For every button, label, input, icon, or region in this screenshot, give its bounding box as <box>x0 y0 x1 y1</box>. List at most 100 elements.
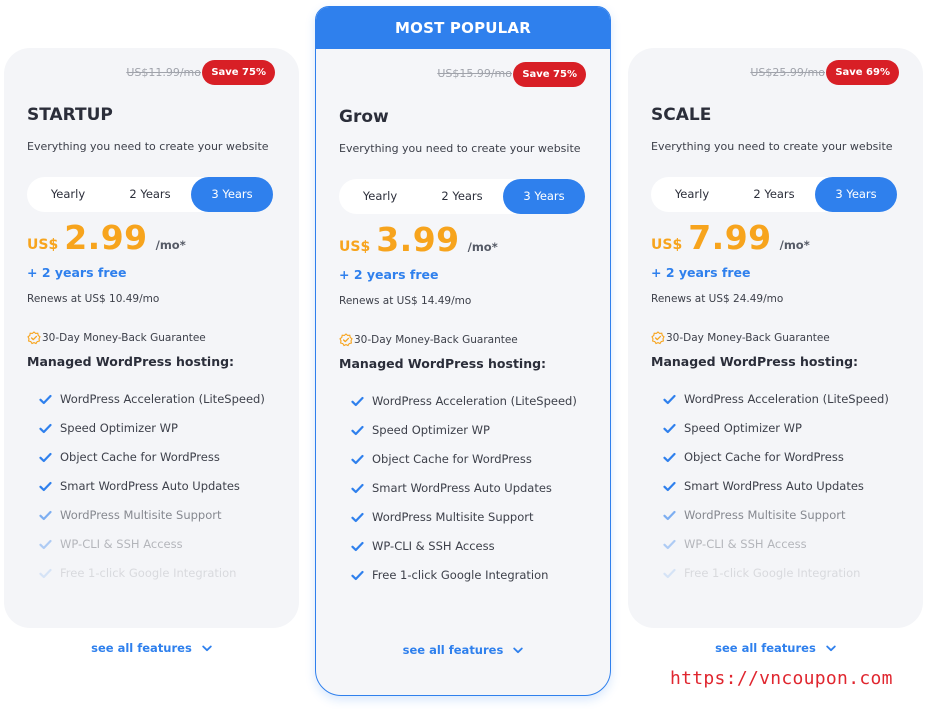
feature-label: Speed Optimizer WP <box>684 421 802 435</box>
save-badge: Save 75% <box>202 60 275 85</box>
money-back-guarantee: 30-Day Money-Back Guarantee <box>651 331 830 345</box>
feature-label: Speed Optimizer WP <box>372 423 490 437</box>
feature-label: WordPress Multisite Support <box>372 510 534 524</box>
chevron-down-icon <box>197 645 212 652</box>
feature-label: WordPress Acceleration (LiteSpeed) <box>60 392 265 406</box>
check-icon <box>663 563 676 583</box>
money-back-guarantee: 30-Day Money-Back Guarantee <box>339 333 518 347</box>
plan-name: SCALE <box>651 105 712 125</box>
check-icon <box>663 447 676 467</box>
period-option-yearly[interactable]: Yearly <box>27 177 109 212</box>
check-icon <box>351 478 364 498</box>
see-all-features-link[interactable]: see all features <box>4 641 299 655</box>
see-all-label: see all features <box>91 641 192 655</box>
period-option-3-years[interactable]: 3 Years <box>191 177 273 212</box>
check-icon <box>39 447 52 467</box>
features-title: Managed WordPress hosting: <box>27 354 235 369</box>
old-price: US$25.99/mo <box>750 66 825 79</box>
old-price: US$11.99/mo <box>126 66 201 79</box>
check-icon <box>351 391 364 411</box>
check-icon <box>351 420 364 440</box>
feature-item: Object Cache for WordPress <box>39 447 279 467</box>
price-amount: 2.99 <box>64 218 148 257</box>
feature-item: WP-CLI & SSH Access <box>351 536 591 556</box>
chevron-down-icon <box>821 645 836 652</box>
plan-name: STARTUP <box>27 105 113 125</box>
check-icon <box>39 418 52 438</box>
feature-label: Object Cache for WordPress <box>684 450 844 464</box>
check-icon <box>351 536 364 556</box>
price-row: US$ 3.99 /mo* <box>339 220 498 259</box>
period-option-2-years[interactable]: 2 Years <box>109 177 191 212</box>
feature-label: Free 1-click Google Integration <box>60 566 237 580</box>
feature-label: Speed Optimizer WP <box>60 421 178 435</box>
feature-item: Smart WordPress Auto Updates <box>351 478 591 498</box>
feature-item: Free 1-click Google Integration <box>351 565 591 585</box>
see-all-label: see all features <box>402 643 504 657</box>
renewal-price: Renews at US$ 24.49/mo <box>651 293 784 305</box>
feature-item: WP-CLI & SSH Access <box>39 534 279 554</box>
feature-item: WordPress Acceleration (LiteSpeed) <box>351 391 591 411</box>
price-row: US$ 2.99 /mo* <box>27 218 186 257</box>
check-icon <box>663 418 676 438</box>
feature-label: Free 1-click Google Integration <box>372 568 549 582</box>
feature-label: WordPress Acceleration (LiteSpeed) <box>684 392 889 406</box>
currency: US$ <box>27 237 59 253</box>
feature-item: Object Cache for WordPress <box>351 449 591 469</box>
feature-label: Smart WordPress Auto Updates <box>684 479 864 493</box>
feature-label: Free 1-click Google Integration <box>684 566 861 580</box>
check-icon <box>39 563 52 583</box>
check-icon <box>663 476 676 496</box>
price-period: /mo* <box>779 238 810 252</box>
feature-list: WordPress Acceleration (LiteSpeed) Speed… <box>663 389 903 592</box>
check-icon <box>663 505 676 525</box>
feature-label: WordPress Multisite Support <box>60 508 222 522</box>
feature-item: Speed Optimizer WP <box>351 420 591 440</box>
plan-description: Everything you need to create your websi… <box>339 142 581 155</box>
bonus-text: + 2 years free <box>339 267 439 282</box>
period-option-yearly[interactable]: Yearly <box>339 179 421 214</box>
see-all-label: see all features <box>715 641 816 655</box>
feature-label: Smart WordPress Auto Updates <box>372 481 552 495</box>
period-option-yearly[interactable]: Yearly <box>651 177 733 212</box>
currency: US$ <box>339 239 371 255</box>
billing-period-toggle: Yearly 2 Years 3 Years <box>339 179 585 214</box>
check-icon <box>39 389 52 409</box>
most-popular-banner: MOST POPULAR <box>316 7 610 49</box>
feature-label: WP-CLI & SSH Access <box>60 537 183 551</box>
period-option-3-years[interactable]: 3 Years <box>815 177 897 212</box>
feature-label: Smart WordPress Auto Updates <box>60 479 240 493</box>
period-option-3-years[interactable]: 3 Years <box>503 179 585 214</box>
feature-item: Free 1-click Google Integration <box>663 563 903 583</box>
plan-card-grow: MOST POPULAR US$15.99/mo Save 75% Grow E… <box>315 6 611 696</box>
price-amount: 7.99 <box>688 218 772 257</box>
feature-item: Speed Optimizer WP <box>663 418 903 438</box>
chevron-down-icon <box>508 647 524 654</box>
feature-label: Object Cache for WordPress <box>60 450 220 464</box>
feature-item: Speed Optimizer WP <box>39 418 279 438</box>
see-all-features-link[interactable]: see all features <box>316 643 610 657</box>
feature-item: WordPress Multisite Support <box>351 507 591 527</box>
billing-period-toggle: Yearly 2 Years 3 Years <box>651 177 897 212</box>
feature-item: WordPress Acceleration (LiteSpeed) <box>39 389 279 409</box>
feature-item: WordPress Multisite Support <box>39 505 279 525</box>
price-period: /mo* <box>467 240 498 254</box>
plan-name: Grow <box>339 107 389 127</box>
check-icon <box>39 476 52 496</box>
see-all-features-link[interactable]: see all features <box>628 641 923 655</box>
price-amount: 3.99 <box>376 220 460 259</box>
period-option-2-years[interactable]: 2 Years <box>733 177 815 212</box>
feature-label: WP-CLI & SSH Access <box>372 539 495 553</box>
price-period: /mo* <box>155 238 186 252</box>
shield-badge-icon <box>27 331 41 345</box>
period-option-2-years[interactable]: 2 Years <box>421 179 503 214</box>
features-title: Managed WordPress hosting: <box>651 354 859 369</box>
feature-list: WordPress Acceleration (LiteSpeed) Speed… <box>351 391 591 594</box>
bonus-text: + 2 years free <box>651 265 751 280</box>
check-icon <box>663 534 676 554</box>
guarantee-text: 30-Day Money-Back Guarantee <box>666 332 830 344</box>
features-title: Managed WordPress hosting: <box>339 356 547 371</box>
money-back-guarantee: 30-Day Money-Back Guarantee <box>27 331 206 345</box>
feature-label: WordPress Acceleration (LiteSpeed) <box>372 394 577 408</box>
shield-badge-icon <box>651 331 665 345</box>
